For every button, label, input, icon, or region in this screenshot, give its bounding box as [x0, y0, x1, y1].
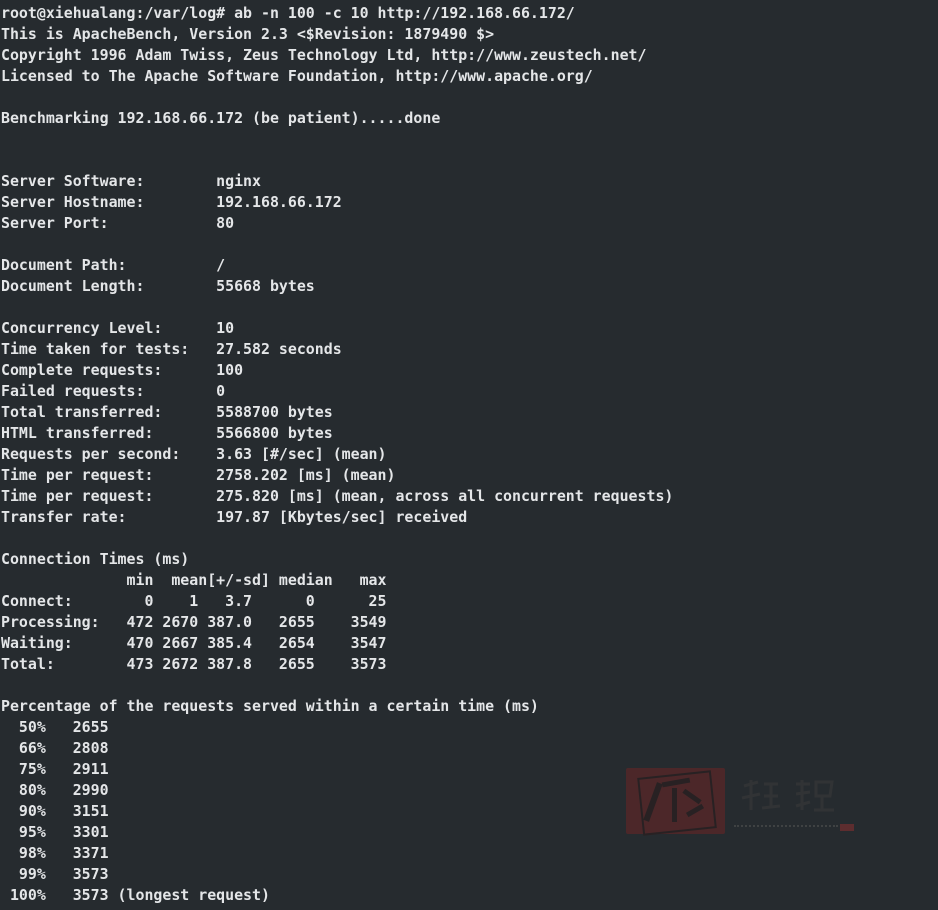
output-line: Time per request: 2758.202 [ms] (mean): [1, 466, 396, 484]
calligraphy-icon: [738, 776, 848, 816]
output-line: Server Port: 80: [1, 214, 235, 232]
output-line: Concurrency Level: 10: [1, 319, 235, 337]
output-line: 50% 2655: [1, 718, 109, 736]
output-line: This is ApacheBench, Version 2.3 <$Revis…: [1, 25, 495, 43]
output-line: Percentage of the requests served within…: [1, 697, 539, 715]
output-line: Server Hostname: 192.168.66.172: [1, 193, 342, 211]
output-line: Complete requests: 100: [1, 361, 244, 379]
output-line: Transfer rate: 197.87 [Kbytes/sec] recei…: [1, 508, 468, 526]
output-line: Requests per second: 3.63 [#/sec] (mean): [1, 445, 387, 463]
output-line: Licensed to The Apache Software Foundati…: [1, 67, 593, 85]
output-line: Server Software: nginx: [1, 172, 261, 190]
output-line: Connection Times (ms): [1, 550, 190, 568]
output-line: 98% 3371: [1, 844, 109, 862]
output-line: 99% 3573: [1, 865, 109, 883]
output-line: Processing: 472 2670 387.0 2655 3549: [1, 613, 387, 631]
output-line: 66% 2808: [1, 739, 109, 757]
output-line: Waiting: 470 2667 385.4 2654 3547: [1, 634, 387, 652]
output-line: Benchmarking 192.168.66.172 (be patient)…: [1, 109, 441, 127]
watermark-logo: [626, 768, 858, 836]
output-line: Copyright 1996 Adam Twiss, Zeus Technolo…: [1, 46, 647, 64]
output-line: Document Path: /: [1, 256, 226, 274]
terminal-window[interactable]: root@xiehualang:/var/log# ab -n 100 -c 1…: [0, 0, 938, 910]
output-line: Total transferred: 5588700 bytes: [1, 403, 333, 421]
output-line: Document Length: 55668 bytes: [1, 277, 315, 295]
output-line: Connect: 0 1 3.7 0 25: [1, 592, 387, 610]
output-line: min mean[+/-sd] median max: [1, 571, 387, 589]
output-line: Time taken for tests: 27.582 seconds: [1, 340, 342, 358]
output-line: HTML transferred: 5566800 bytes: [1, 424, 333, 442]
output-line: Failed requests: 0: [1, 382, 226, 400]
command-line: root@xiehualang:/var/log# ab -n 100 -c 1…: [1, 4, 575, 22]
output-line: Total: 473 2672 387.8 2655 3573: [1, 655, 387, 673]
output-line: Time per request: 275.820 [ms] (mean, ac…: [1, 487, 674, 505]
seal-stamp-icon: [626, 768, 725, 836]
output-line: 100% 3573 (longest request): [1, 886, 270, 904]
